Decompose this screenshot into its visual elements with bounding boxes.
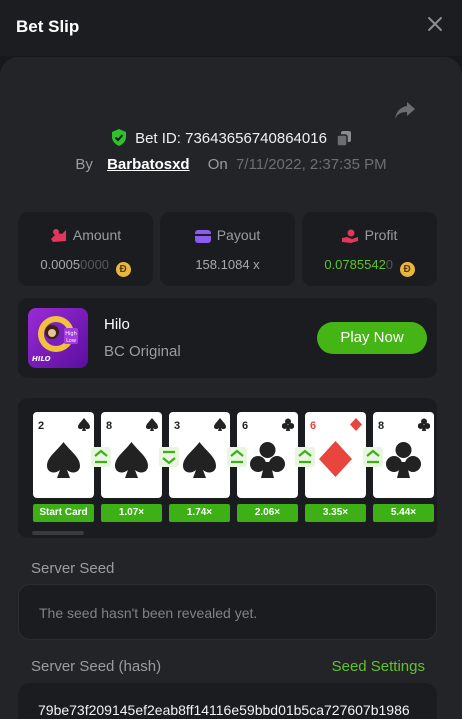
wallet-icon bbox=[194, 230, 211, 243]
card-multiplier: Start Card bbox=[33, 504, 94, 522]
bet-date: 7/11/2022, 2:37:35 PM bbox=[235, 156, 387, 173]
profit-label: Profit bbox=[364, 227, 398, 243]
stat-amount: Amount 0.00050000 Đ bbox=[18, 212, 153, 286]
play-now-button[interactable]: Play Now bbox=[317, 322, 427, 354]
card-multiplier: 1.07× bbox=[101, 504, 162, 522]
club-icon bbox=[250, 442, 285, 478]
scrollbar[interactable] bbox=[32, 531, 84, 535]
card-rank: 3 bbox=[174, 420, 181, 432]
stat-payout: Payout 158.1084 x bbox=[160, 212, 295, 286]
payout-value: 158.1084 x bbox=[195, 257, 260, 272]
thumb-low: Low bbox=[66, 338, 76, 344]
spade-icon bbox=[214, 418, 226, 431]
thumb-text: HILO bbox=[32, 355, 51, 363]
username-link[interactable]: Barbatosxd bbox=[107, 156, 190, 173]
card-rank: 8 bbox=[106, 420, 113, 432]
game-thumbnail[interactable]: High Low HILO bbox=[28, 308, 88, 368]
hand-coin-icon bbox=[341, 229, 358, 243]
card-rank: 8 bbox=[378, 420, 385, 432]
club-icon bbox=[282, 418, 294, 431]
server-seed-hash-value: 79be73f209145ef2eab8ff14116e59bbd01b5ca7… bbox=[38, 702, 410, 718]
bet-id-row: Bet ID: 73643656740864016 bbox=[0, 129, 462, 147]
coins-icon bbox=[50, 229, 66, 242]
hilo-logo-icon: High Low HILO bbox=[32, 316, 78, 363]
spade-icon bbox=[146, 418, 158, 431]
header: Bet Slip bbox=[0, 0, 462, 56]
server-seed-hash-field[interactable]: 79be73f209145ef2eab8ff14116e59bbd01b5ca7… bbox=[18, 683, 437, 719]
game-card: High Low HILO Hilo BC Original Play Now bbox=[18, 298, 437, 378]
card-multiplier: 3.35× bbox=[305, 504, 366, 522]
amount-value: 0.0005 bbox=[40, 257, 81, 272]
higher-arrow-icon bbox=[295, 447, 315, 467]
server-seed-value: The seed hasn't been revealed yet. bbox=[39, 605, 258, 621]
page-title: Bet Slip bbox=[16, 17, 80, 36]
shield-check-icon bbox=[111, 129, 126, 146]
higher-arrow-icon bbox=[363, 447, 383, 467]
close-icon[interactable] bbox=[428, 17, 442, 31]
doge-coin-icon: Đ bbox=[115, 262, 131, 277]
profit-value-trailing: 0 bbox=[385, 257, 394, 272]
club-icon bbox=[386, 442, 421, 478]
spade-icon bbox=[78, 418, 90, 431]
card-rank: 2 bbox=[38, 420, 45, 432]
spade-icon bbox=[47, 442, 80, 478]
card-rank: 6 bbox=[242, 420, 249, 432]
amount-label: Amount bbox=[72, 227, 122, 243]
bet-meta-row: By Barbatosxd On 7/11/2022, 2:37:35 PM bbox=[0, 156, 462, 173]
card-history[interactable]: 2 Start Card 8 1.07× 3 1.74× 6 2.06× 6 3.35× 8 5.44… bbox=[18, 398, 437, 538]
amount-value-trailing: 0000 bbox=[80, 257, 110, 272]
higher-arrow-icon bbox=[91, 447, 111, 467]
share-icon[interactable] bbox=[394, 100, 416, 120]
card-multiplier: 5.44× bbox=[373, 504, 434, 522]
payout-label: Payout bbox=[216, 227, 261, 243]
by-label: By bbox=[75, 156, 93, 173]
profit-value: 0.0785542 bbox=[324, 257, 386, 272]
server-seed-label: Server Seed bbox=[31, 560, 115, 577]
spade-icon bbox=[115, 442, 148, 478]
stat-profit: Profit 0.07855420 Đ bbox=[302, 212, 437, 286]
playing-card: 2 bbox=[33, 412, 94, 498]
copy-icon[interactable] bbox=[336, 131, 352, 147]
bet-id: Bet ID: 73643656740864016 bbox=[135, 130, 327, 147]
seed-settings-link[interactable]: Seed Settings bbox=[332, 658, 425, 675]
diamond-icon bbox=[319, 441, 352, 477]
game-subtitle: BC Original bbox=[104, 343, 181, 360]
diamond-icon bbox=[350, 418, 362, 431]
game-name: Hilo bbox=[104, 316, 130, 333]
thumb-high: High bbox=[65, 331, 77, 337]
card-multiplier: 1.74× bbox=[169, 504, 230, 522]
higher-arrow-icon bbox=[227, 447, 247, 467]
server-seed-hash-label: Server Seed (hash) bbox=[31, 658, 162, 675]
spade-icon bbox=[183, 442, 216, 478]
card-multiplier: 2.06× bbox=[237, 504, 298, 522]
server-seed-field: The seed hasn't been revealed yet. bbox=[18, 584, 437, 640]
club-icon bbox=[418, 418, 430, 431]
card-rank: 6 bbox=[310, 420, 317, 432]
on-label: On bbox=[207, 156, 228, 173]
doge-coin-icon: Đ bbox=[399, 262, 415, 277]
lower-arrow-icon bbox=[159, 447, 179, 467]
